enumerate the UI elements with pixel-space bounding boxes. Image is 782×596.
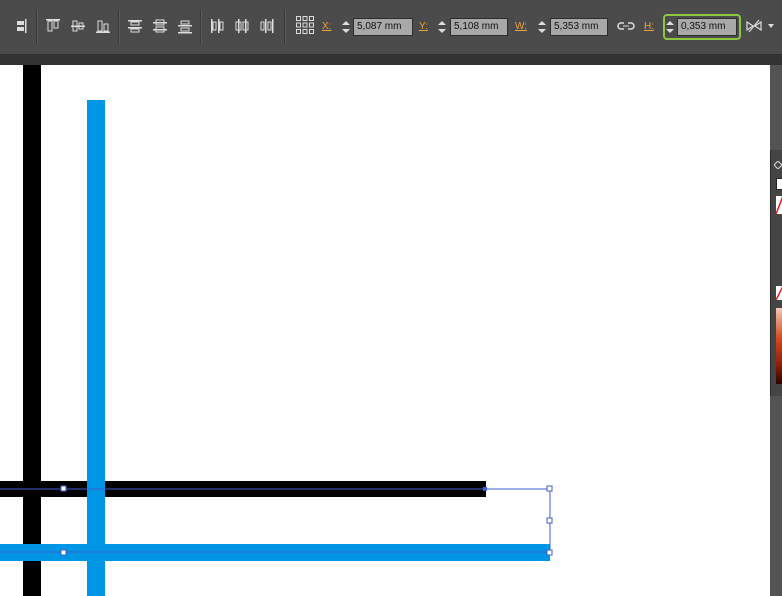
x-position-field[interactable]: 5,087 mm [353,18,413,36]
reference-point-icon[interactable] [295,15,315,35]
selection-handle-top-right[interactable] [546,485,553,492]
distribute-bottom-edges-icon[interactable] [176,17,194,35]
align-top-edges-icon[interactable] [44,17,62,35]
y-stepper-icon[interactable] [437,18,447,36]
selection-handle-bottom-middle[interactable] [60,549,67,556]
align-right-edges-icon[interactable] [12,17,30,35]
control-toolbar: X: 5,087 mm Y: 5,108 mm W: 5,353 mm H: 0… [0,0,782,55]
x-stepper-icon[interactable] [341,18,351,36]
y-label: Y: [419,21,428,32]
distribute-right-edges-icon[interactable] [258,17,276,35]
y-position-field[interactable]: 5,108 mm [450,18,508,36]
blue-vertical-line[interactable] [87,100,105,596]
none-color-icon[interactable] [776,286,782,300]
w-label: W: [515,21,528,32]
panel-expand-icon[interactable] [773,156,782,170]
black-vertical-line[interactable] [23,65,41,596]
x-label: X: [322,21,332,32]
fill-swatch-icon[interactable] [776,178,782,190]
none-swatch-icon[interactable] [776,196,782,214]
selection-handle-top-middle[interactable] [60,485,67,492]
distribute-vertical-centers-icon[interactable] [151,17,169,35]
collapsed-color-panel[interactable] [770,150,782,396]
document-canvas[interactable] [0,65,770,596]
align-bottom-edges-icon[interactable] [94,17,112,35]
h-label: H: [644,21,654,32]
constrain-proportions-link-icon[interactable] [617,17,635,35]
align-vertical-centers-icon[interactable] [69,17,87,35]
flip-transform-icon[interactable] [745,17,763,35]
height-field[interactable]: 0,353 mm [677,18,737,36]
path-anchor-point[interactable] [483,487,487,491]
chevron-down-icon[interactable] [766,17,776,35]
distribute-left-edges-icon[interactable] [208,17,226,35]
width-field[interactable]: 5,353 mm [550,18,608,36]
secondary-toolbar-strip [0,54,782,65]
selection-handle-bottom-right[interactable] [546,549,553,556]
color-spectrum-ramp[interactable] [776,308,782,384]
distribute-top-edges-icon[interactable] [126,17,144,35]
w-stepper-icon[interactable] [537,18,547,36]
distribute-horizontal-centers-icon[interactable] [233,17,251,35]
h-stepper-icon[interactable] [665,18,675,36]
selection-handle-middle-right[interactable] [546,517,553,524]
artwork [0,65,553,596]
